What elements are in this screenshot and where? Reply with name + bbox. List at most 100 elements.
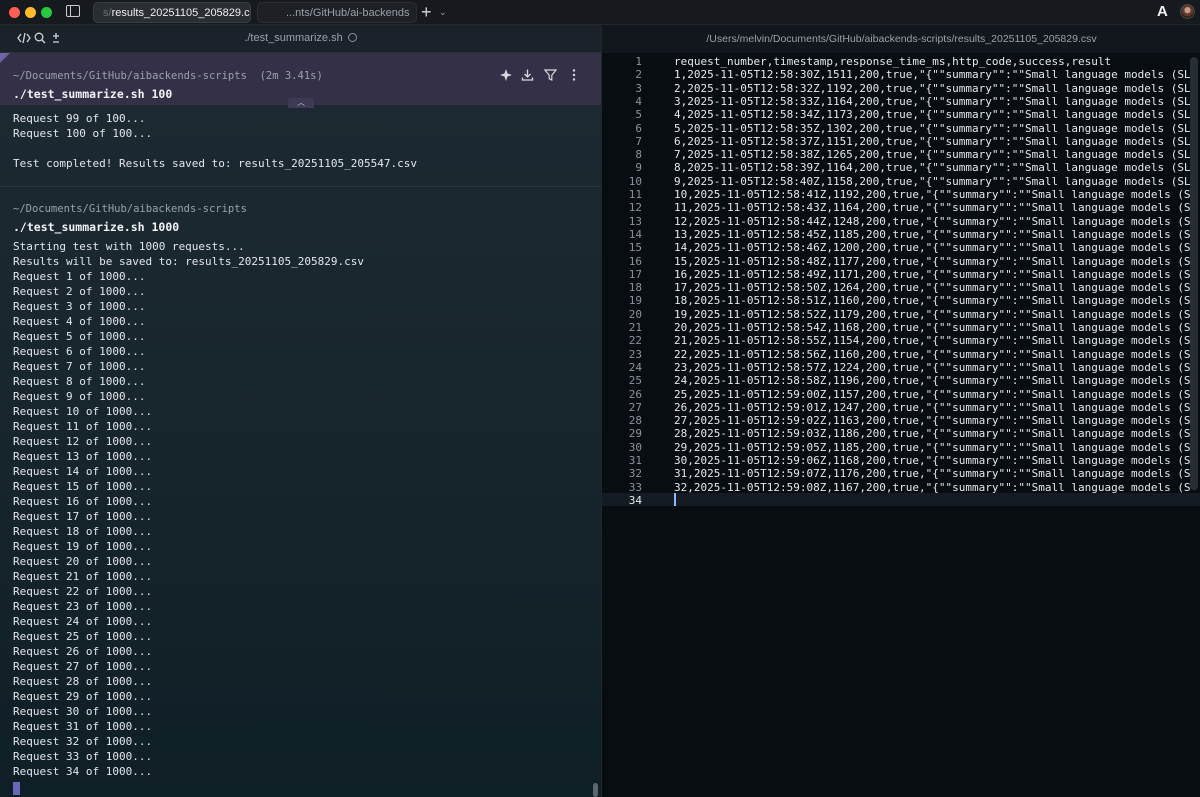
block2-output-line: Request 31 of 1000...: [13, 720, 153, 733]
editor-line[interactable]: 4 3,2025-11-05T12:58:33Z,1164,200,true,"{…: [602, 95, 1200, 108]
avatar[interactable]: [1180, 4, 1195, 19]
line-text: 7,2025-11-05T12:58:38Z,1265,200,true,"{"…: [674, 148, 1191, 162]
block2-output-line: Request 12 of 1000...: [13, 435, 153, 448]
editor-line[interactable]: 33 32,2025-11-05T12:59:08Z,1167,200,true,…: [602, 481, 1200, 494]
editor-line[interactable]: 27 26,2025-11-05T12:59:01Z,1247,200,true,…: [602, 401, 1200, 414]
line-number: 6: [635, 121, 642, 135]
editor-line[interactable]: 28 27,2025-11-05T12:59:02Z,1163,200,true,…: [602, 414, 1200, 427]
line-number: 11: [628, 188, 642, 201]
ai-sparkle-icon[interactable]: [499, 67, 513, 83]
minimize-window-button[interactable]: [25, 7, 36, 18]
editor-line[interactable]: 14 13,2025-11-05T12:58:45Z,1185,200,true,…: [602, 228, 1200, 241]
line-text: 28,2025-11-05T12:59:03Z,1186,200,true,"{…: [674, 427, 1191, 441]
editor-line[interactable]: 5 4,2025-11-05T12:58:34Z,1173,200,true,"{…: [602, 108, 1200, 121]
filter-icon[interactable]: [544, 67, 557, 83]
editor-line[interactable]: 11 10,2025-11-05T12:58:41Z,1192,200,true,…: [602, 188, 1200, 201]
line-text: 24,2025-11-05T12:58:58Z,1196,200,true,"{…: [674, 374, 1191, 388]
editor-line[interactable]: 13 12,2025-11-05T12:58:44Z,1248,200,true,…: [602, 215, 1200, 228]
line-number: 24: [628, 360, 642, 374]
block2-output-line: Results will be saved to: results_202511…: [13, 255, 364, 268]
more-options-icon[interactable]: [571, 67, 577, 83]
editor-line[interactable]: 9 8,2025-11-05T12:58:39Z,1164,200,true,"{…: [602, 161, 1200, 174]
block2-output-line: Request 32 of 1000...: [13, 735, 153, 748]
editor-line[interactable]: 3 2,2025-11-05T12:58:32Z,1192,200,true,"{…: [602, 82, 1200, 95]
block2-output-line: Request 9 of 1000...: [13, 390, 146, 403]
line-number: 5: [635, 108, 642, 122]
block2-output-line: Request 3 of 1000...: [13, 300, 146, 313]
editor-line[interactable]: 30 29,2025-11-05T12:59:05Z,1185,200,true,…: [602, 441, 1200, 454]
block2-output-line: Request 33 of 1000...: [13, 750, 153, 763]
tab-menu-chevron-icon[interactable]: ⌄: [439, 4, 447, 20]
editor-line[interactable]: 12 11,2025-11-05T12:58:43Z,1164,200,true,…: [602, 201, 1200, 214]
line-text: 4,2025-11-05T12:58:34Z,1173,200,true,"{"…: [674, 108, 1191, 122]
line-number: 2: [635, 68, 642, 82]
editor-line[interactable]: 10 9,2025-11-05T12:58:40Z,1158,200,true,"…: [602, 175, 1200, 188]
line-text: 32,2025-11-05T12:59:08Z,1167,200,true,"{…: [674, 480, 1191, 494]
editor-line[interactable]: 15 14,2025-11-05T12:58:46Z,1200,200,true,…: [602, 241, 1200, 254]
block2-command: ./test_summarize.sh 1000: [13, 220, 180, 234]
block2-output-line: Request 5 of 1000...: [13, 330, 146, 343]
zoom-window-button[interactable]: [41, 7, 52, 18]
editor-line[interactable]: 6 5,2025-11-05T12:58:35Z,1302,200,true,"{…: [602, 122, 1200, 135]
warp-logo-icon[interactable]: A: [1157, 3, 1168, 21]
terminal-pane[interactable]: ./test_summarize.sh ~/Documents/GitHub/a…: [0, 25, 601, 797]
block1-cwd: ~/Documents/GitHub/aibackends-scripts (2…: [13, 70, 323, 82]
editor-line[interactable]: 23 22,2025-11-05T12:58:56Z,1160,200,true,…: [602, 348, 1200, 361]
line-number: 30: [628, 440, 642, 454]
editor-line[interactable]: 18 17,2025-11-05T12:58:50Z,1264,200,true,…: [602, 281, 1200, 294]
line-text: 22,2025-11-05T12:58:56Z,1160,200,true,"{…: [674, 347, 1191, 361]
editor-line[interactable]: 17 16,2025-11-05T12:58:49Z,1171,200,true,…: [602, 268, 1200, 281]
line-number: 27: [628, 400, 642, 414]
editor-line[interactable]: 7 6,2025-11-05T12:58:37Z,1151,200,true,"{…: [602, 135, 1200, 148]
tab-prefix: s/: [103, 7, 112, 19]
tab-results-csv[interactable]: s/results_20251105_205829.csv: [93, 2, 251, 23]
download-icon[interactable]: [521, 67, 534, 83]
editor-line[interactable]: 2 1,2025-11-05T12:58:30Z,1511,200,true,"{…: [602, 68, 1200, 81]
editor-line[interactable]: 24 23,2025-11-05T12:58:57Z,1224,200,true,…: [602, 361, 1200, 374]
line-number: 23: [628, 347, 642, 361]
editor-line[interactable]: 22 21,2025-11-05T12:58:55Z,1154,200,true,…: [602, 334, 1200, 347]
editor-pane[interactable]: /Users/melvin/Documents/GitHub/aibackend…: [601, 25, 1200, 797]
line-number: 19: [628, 294, 642, 308]
editor-line[interactable]: 31 30,2025-11-05T12:59:06Z,1168,200,true,…: [602, 454, 1200, 467]
line-text: 29,2025-11-05T12:59:05Z,1185,200,true,"{…: [674, 440, 1191, 454]
tab-label: results_20251105_205829.csv: [111, 7, 251, 19]
block2-output-line: Request 34 of 1000...: [13, 765, 153, 778]
editor-line[interactable]: 29 28,2025-11-05T12:59:03Z,1186,200,true,…: [602, 427, 1200, 440]
line-number: 3: [635, 81, 642, 95]
editor-line[interactable]: 8 7,2025-11-05T12:58:38Z,1265,200,true,"{…: [602, 148, 1200, 161]
block1-output-line: Request 100 of 100...: [13, 127, 153, 140]
new-tab-button[interactable]: +: [421, 1, 432, 23]
editor-line[interactable]: 19 18,2025-11-05T12:58:51Z,1160,200,true,…: [602, 294, 1200, 307]
block2-output-line: Request 28 of 1000...: [13, 675, 153, 688]
line-number: 14: [628, 227, 642, 241]
editor-line[interactable]: 21 20,2025-11-05T12:58:54Z,1168,200,true,…: [602, 321, 1200, 334]
close-window-button[interactable]: [9, 7, 20, 18]
line-number: 16: [628, 254, 642, 268]
editor-line[interactable]: 34: [602, 494, 1200, 507]
line-number: 17: [628, 267, 642, 281]
editor-line[interactable]: 16 15,2025-11-05T12:58:48Z,1177,200,true,…: [602, 255, 1200, 268]
collapse-block-button[interactable]: ︿: [288, 98, 314, 108]
line-number: 1: [635, 55, 642, 68]
editor-scrollbar[interactable]: [1190, 57, 1198, 490]
editor-header: /Users/melvin/Documents/GitHub/aibackend…: [602, 25, 1200, 53]
sidebar-toggle-icon[interactable]: [66, 5, 80, 17]
block2-output-line: Request 6 of 1000...: [13, 345, 146, 358]
editor-line[interactable]: 26 25,2025-11-05T12:59:00Z,1157,200,true,…: [602, 388, 1200, 401]
editor-line[interactable]: 25 24,2025-11-05T12:58:58Z,1196,200,true,…: [602, 374, 1200, 387]
terminal-input-cursor[interactable]: [13, 782, 20, 795]
block-marker: [0, 53, 10, 63]
line-text: 16,2025-11-05T12:58:49Z,1171,200,true,"{…: [674, 267, 1191, 281]
status-circle-icon: [347, 33, 357, 42]
block2-output-line: Request 17 of 1000...: [13, 510, 153, 523]
editor-line[interactable]: 32 31,2025-11-05T12:59:07Z,1176,200,true,…: [602, 467, 1200, 480]
terminal-scrollbar[interactable]: [593, 783, 598, 797]
title-bar: s/results_20251105_205829.csv ...nts/Git…: [0, 0, 1200, 25]
editor-line[interactable]: 20 19,2025-11-05T12:58:52Z,1179,200,true,…: [602, 308, 1200, 321]
editor-line[interactable]: 1 request_number,timestamp,response_time_…: [602, 55, 1200, 68]
line-text: 17,2025-11-05T12:58:50Z,1264,200,true,"{…: [674, 281, 1191, 295]
tab-ai-backends[interactable]: ...nts/GitHub/ai-backends: [257, 2, 417, 23]
line-text: 31,2025-11-05T12:59:07Z,1176,200,true,"{…: [674, 467, 1191, 481]
block2-output-line: Request 10 of 1000...: [13, 405, 153, 418]
